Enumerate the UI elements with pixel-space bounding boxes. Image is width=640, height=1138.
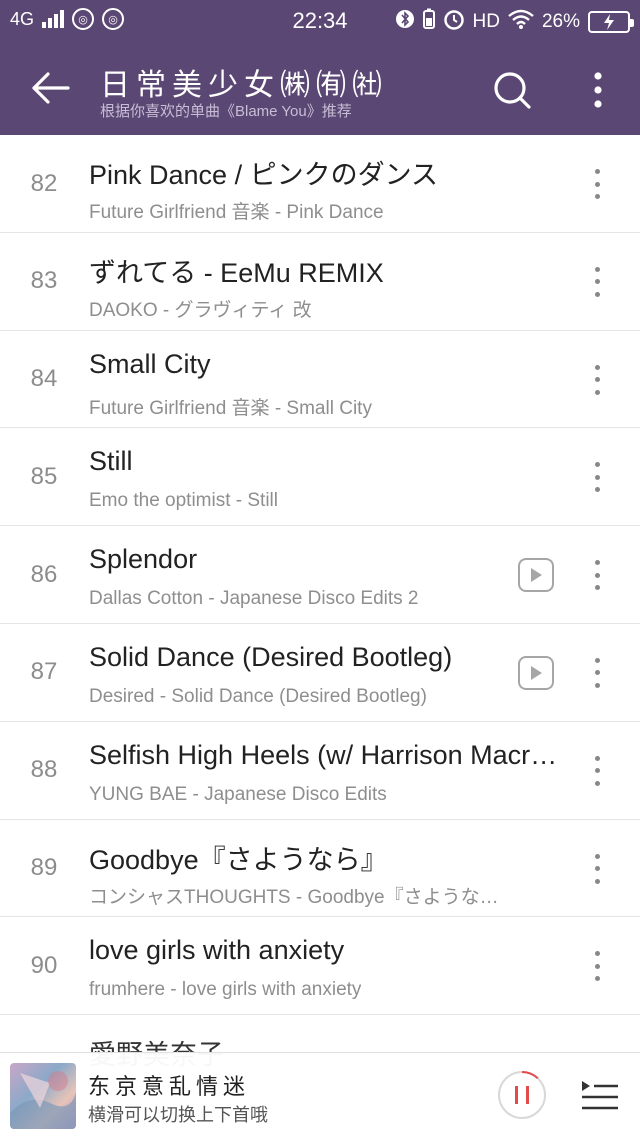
battery-icon (588, 11, 634, 33)
back-arrow-icon[interactable] (28, 66, 72, 110)
more-vertical-icon[interactable] (584, 556, 610, 594)
play-video-icon[interactable] (518, 655, 554, 690)
song-artist-album: Future Girlfriend 音楽 - Small City (89, 397, 372, 419)
more-vertical-icon[interactable] (578, 68, 618, 112)
song-title: Still (89, 446, 133, 477)
more-vertical-icon[interactable] (584, 947, 610, 985)
more-vertical-icon[interactable] (584, 458, 610, 496)
song-artist-album: DAOKO - グラヴィティ 改 (89, 299, 312, 321)
song-title: Selfish High Heels (w/ Harrison Macr… (89, 739, 558, 770)
play-video-icon[interactable] (518, 558, 554, 593)
song-title: Splendor (89, 544, 198, 575)
track-number: 84 (30, 365, 58, 393)
song-artist-album: Desired - Solid Dance (Desired Bootleg) (89, 685, 427, 707)
track-number: 87 (30, 658, 58, 686)
song-title: Pink Dance / ピンクのダンス (89, 160, 439, 190)
song-title: love girls with anxiety (89, 935, 345, 966)
playlist-queue-icon[interactable] (580, 1073, 620, 1117)
search-icon[interactable] (490, 68, 534, 112)
app-bar: 日常美少女㈱㈲㈳ 根据你喜欢的单曲《Blame You》推荐 (0, 44, 640, 135)
song-title: Small City (89, 348, 211, 379)
album-cover[interactable] (10, 1063, 76, 1129)
track-number: 88 (30, 756, 58, 784)
battery-percent: 26% (541, 11, 580, 32)
more-vertical-icon[interactable] (584, 263, 610, 301)
track-number: 82 (30, 169, 58, 197)
song-artist-album: コンシャスTHOUGHTS - Goodbye『さようなら』 (89, 886, 509, 908)
more-vertical-icon[interactable] (584, 850, 610, 888)
track-number: 85 (30, 462, 58, 490)
alarm-icon (443, 8, 465, 36)
song-row[interactable]: 82 Pink Dance / ピンクのダンス Future Girlfrien… (0, 135, 640, 233)
song-row[interactable]: 90 love girls with anxiety frumhere - lo… (0, 917, 640, 1016)
pause-button[interactable] (498, 1071, 546, 1119)
track-number: 90 (30, 951, 58, 979)
status-bar: 4G ◎ ◎ 22:34 HD 26% (0, 0, 640, 44)
bluetooth-icon (395, 8, 415, 36)
header: 4G ◎ ◎ 22:34 HD 26% 日常美少女㈱㈲㈳ 根据你喜欢的单曲《Bl… (0, 0, 640, 135)
song-artist-album: frumhere - love girls with anxiety (89, 979, 362, 1001)
song-artist-album: YUNG BAE - Japanese Disco Edits (89, 783, 387, 805)
pause-icon (515, 1086, 529, 1104)
song-title: Goodbye『さようなら』 (89, 844, 388, 875)
more-vertical-icon[interactable] (584, 361, 610, 399)
song-list: 82 Pink Dance / ピンクのダンス Future Girlfrien… (0, 135, 640, 1113)
now-playing-hint: 横滑可以切换上下首哦 (88, 1105, 268, 1125)
more-vertical-icon[interactable] (584, 654, 610, 692)
song-artist-album: Future Girlfriend 音楽 - Pink Dance (89, 202, 384, 223)
song-row[interactable]: 87 Solid Dance (Desired Bootleg) Desired… (0, 624, 640, 722)
hd-label: HD (472, 11, 500, 32)
song-row[interactable]: 85 Still Emo the optimist - Still (0, 428, 640, 527)
now-playing-title: 东京意乱情迷 (88, 1074, 251, 1099)
more-vertical-icon[interactable] (584, 165, 610, 203)
battery-saver-icon (422, 8, 435, 36)
track-number: 89 (30, 854, 58, 882)
song-row[interactable]: 86 Splendor Dallas Cotton - Japanese Dis… (0, 526, 640, 624)
song-artist-album: Emo the optimist - Still (89, 490, 278, 512)
song-row[interactable]: 84 Small City Future Girlfriend 音楽 - Sma… (0, 331, 640, 429)
mini-player[interactable]: 东京意乱情迷 横滑可以切换上下首哦 (0, 1052, 640, 1138)
page-subtitle: 根据你喜欢的单曲《Blame You》推荐 (100, 103, 352, 120)
song-title: ずれてる - EeMu REMIX (89, 257, 384, 288)
page-title: 日常美少女㈱㈲㈳ (100, 69, 388, 102)
song-row[interactable]: 88 Selfish High Heels (w/ Harrison Macr…… (0, 722, 640, 820)
track-number: 86 (30, 560, 58, 588)
track-number: 83 (30, 267, 58, 295)
song-row[interactable]: 83 ずれてる - EeMu REMIX DAOKO - グラヴィティ 改 (0, 233, 640, 331)
song-title: Solid Dance (Desired Bootleg) (89, 641, 453, 672)
status-right: HD 26% (395, 8, 634, 36)
song-artist-album: Dallas Cotton - Japanese Disco Edits 2 (89, 588, 419, 610)
more-vertical-icon[interactable] (584, 752, 610, 790)
song-row[interactable]: 89 Goodbye『さようなら』 コンシャスTHOUGHTS - Goodby… (0, 820, 640, 918)
wifi-icon (508, 9, 534, 35)
